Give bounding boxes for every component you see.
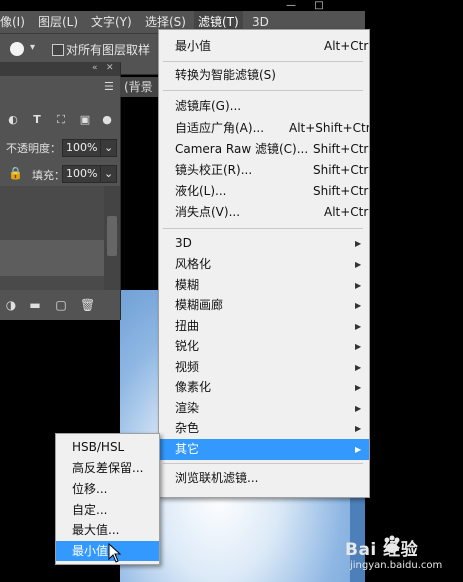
collapse-icon[interactable]: « <box>92 63 98 73</box>
fill-label: 填充： <box>32 169 65 182</box>
menu-separator <box>163 61 363 62</box>
menu-item-vanishing-point[interactable]: 消失点(V)... Alt+Ctrl+V <box>159 202 369 223</box>
smart-object-filter-icon[interactable]: ▣ <box>78 113 92 127</box>
menu-item-sharpen[interactable]: 锐化 ▶ <box>159 336 369 357</box>
new-group-icon[interactable]: ▬ <box>28 298 42 312</box>
panel-menu-icon[interactable]: ☰ <box>104 80 114 93</box>
workspace-background <box>365 0 463 582</box>
layers-scrollbar[interactable] <box>104 186 120 290</box>
menu-item-other[interactable]: 其它 ▶ <box>159 439 369 460</box>
chevron-down-icon[interactable]: ▾ <box>30 42 35 53</box>
fill-dropdown[interactable]: ⌄ <box>100 165 117 183</box>
menu-item-lens-correction[interactable]: 镜头校正(R)... Shift+Ctrl+R <box>159 160 369 181</box>
filter-menu: 最小值 Alt+Ctrl+F 转换为智能滤镜(S) 滤镜库(G)... 自适应广… <box>158 29 370 498</box>
menu-item-camera-raw[interactable]: Camera Raw 滤镜(C)... Shift+Ctrl+A <box>159 139 369 160</box>
opacity-input[interactable]: 100% <box>62 139 101 157</box>
minimize-button[interactable]: — <box>278 0 304 12</box>
menu-item-blur-gallery[interactable]: 模糊画廊 ▶ <box>159 295 369 316</box>
menu-item-render[interactable]: 渲染 ▶ <box>159 398 369 419</box>
layer-actions: ◑ ▬ ▢ 🗑 <box>0 294 120 316</box>
opacity-label: 不透明度： <box>6 142 61 155</box>
lock-icon[interactable]: 🔒 <box>8 166 23 180</box>
layers-panel: « ✕ ☰ ◐ T ⛶ ▣ ● 不透明度： 100% ⌄ 🔒 填充： 100% … <box>0 62 121 320</box>
menu-layer[interactable]: 图层(L) <box>34 11 82 33</box>
close-icon[interactable]: ✕ <box>106 63 114 73</box>
new-layer-icon[interactable]: ▢ <box>54 298 68 312</box>
adjustment-filter-icon[interactable]: ◐ <box>6 113 20 127</box>
menu-item-video[interactable]: 视频 ▶ <box>159 357 369 378</box>
menu-item-liquify[interactable]: 液化(L)... Shift+Ctrl+X <box>159 181 369 202</box>
menu-item-convert-smart[interactable]: 转换为智能滤镜(S) <box>159 65 369 86</box>
menu-item-blur[interactable]: 模糊 ▶ <box>159 275 369 296</box>
opacity-row: 不透明度： 100% ⌄ <box>0 138 120 158</box>
submenu-item-custom[interactable]: 自定... <box>56 500 159 520</box>
layer-row[interactable] <box>0 240 104 276</box>
menu-item-last-filter[interactable]: 最小值 Alt+Ctrl+F <box>159 36 369 57</box>
submenu-item-hsb-hsl[interactable]: HSB/HSL <box>56 437 159 457</box>
menu-item-pixelate[interactable]: 像素化 ▶ <box>159 377 369 398</box>
trash-icon[interactable]: 🗑 <box>80 298 95 312</box>
brush-size-icon[interactable] <box>10 42 24 56</box>
scroll-thumb[interactable] <box>107 216 117 256</box>
menu-item-distort[interactable]: 扭曲 ▶ <box>159 316 369 337</box>
menu-image[interactable]: 像(I) <box>0 11 29 33</box>
layer-filter-row: ◐ T ⛶ ▣ ● <box>0 110 120 132</box>
menu-item-filter-gallery[interactable]: 滤镜库(G)... <box>159 96 369 117</box>
opacity-dropdown[interactable]: ⌄ <box>100 139 117 157</box>
maximize-button[interactable]: □ <box>306 0 332 12</box>
fill-row: 🔒 填充： 100% ⌄ <box>0 164 120 184</box>
layer-list <box>0 186 104 290</box>
menu-item-noise[interactable]: 杂色 ▶ <box>159 418 369 439</box>
menu-item-3d[interactable]: 3D ▶ <box>159 233 369 254</box>
shape-filter-icon[interactable]: ⛶ <box>54 113 68 127</box>
submenu-item-maximum[interactable]: 最大值... <box>56 520 159 540</box>
sample-all-layers-label: 对所有图层取样 <box>66 43 151 57</box>
submenu-item-high-pass[interactable]: 高反差保留... <box>56 458 159 478</box>
fill-input[interactable]: 100% <box>62 165 101 183</box>
adjustment-layer-icon[interactable]: ◑ <box>4 298 18 312</box>
menu-item-adaptive-wide[interactable]: 自适应广角(A)... Alt+Shift+Ctrl+A <box>159 118 369 139</box>
sample-all-layers-checkbox[interactable] <box>52 44 64 56</box>
window-controls: — □ <box>270 0 365 23</box>
menu-item-stylize[interactable]: 风格化 ▶ <box>159 254 369 275</box>
submenu-item-offset[interactable]: 位移... <box>56 479 159 499</box>
menu-separator <box>163 463 363 464</box>
mouse-pointer-icon <box>108 543 122 563</box>
panel-header: « ✕ <box>0 62 120 76</box>
menu-separator <box>163 228 363 229</box>
type-filter-icon[interactable]: T <box>30 113 44 127</box>
menu-item-browse-online[interactable]: 浏览联机滤镜... <box>159 468 369 489</box>
menu-separator <box>163 90 363 91</box>
watermark-url: jingyan.baidu.com <box>350 560 443 571</box>
baidu-paw-icon <box>384 535 400 553</box>
menu-type[interactable]: 文字(Y) <box>87 11 136 33</box>
filter-toggle-icon[interactable]: ● <box>100 113 114 127</box>
